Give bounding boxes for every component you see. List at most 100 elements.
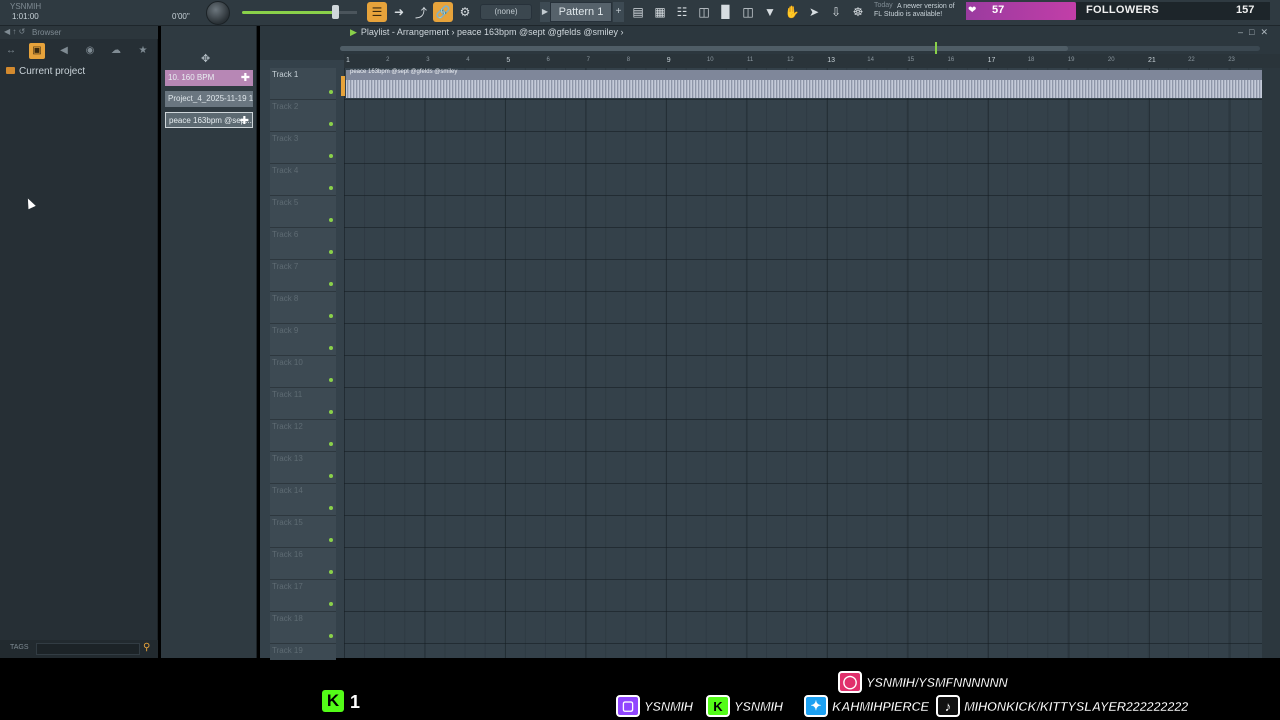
track-header[interactable]: Track 3 [270, 132, 336, 164]
track-header[interactable]: Track 7 [270, 260, 336, 292]
channel-rack-icon[interactable]: ☷ [672, 2, 692, 22]
master-volume-slider[interactable] [242, 11, 338, 14]
ruler-tick-label: 17 [987, 57, 996, 64]
track-header[interactable]: Track 4 [270, 164, 336, 196]
ruler-tick-label: 11 [747, 57, 754, 63]
track-mute-led[interactable] [329, 570, 333, 574]
plugin-database-icon[interactable]: ▼ [760, 2, 780, 22]
track-mute-led[interactable] [329, 314, 333, 318]
kick-handle: YSNMIH [734, 698, 784, 714]
timeline-ruler[interactable]: 1 2 3 4 5 6 7 8 9 10 11 12 13 14 15 16 17 18 19 20 21 22 23 [344, 54, 1280, 68]
metronome-icon[interactable]: ☰ [367, 2, 387, 22]
track-mute-led[interactable] [329, 218, 333, 222]
track-mute-led[interactable] [329, 442, 333, 446]
plus-icon[interactable]: ✚ [240, 113, 249, 127]
track-mute-led[interactable] [329, 538, 333, 542]
track-header[interactable]: Track 9 [270, 324, 336, 356]
loop-record-icon[interactable]: 🔗 [433, 2, 453, 22]
send-icon[interactable]: ➤ [804, 2, 824, 22]
time-display[interactable]: 1:01:00 [12, 12, 39, 21]
track-header[interactable]: Track 13 [270, 452, 336, 484]
move-icon[interactable]: ✥ [201, 52, 210, 65]
picker-item-automation[interactable]: 10. 160 BPM ✚ [165, 70, 253, 86]
snap-select[interactable]: (none) [480, 4, 532, 20]
track-mute-led[interactable] [329, 602, 333, 606]
mixer-icon[interactable]: ◫ [694, 2, 714, 22]
track-header[interactable]: Track 8 [270, 292, 336, 324]
track-mute-led[interactable] [329, 506, 333, 510]
pattern-prev-button[interactable]: ▶ [540, 2, 550, 22]
wait-for-input-icon[interactable]: ➜ [389, 2, 409, 22]
plugin-icon[interactable]: ◉ [82, 43, 98, 59]
countdown-icon[interactable]: ⤴ [411, 2, 431, 22]
folder-view-icon[interactable]: ▣ [29, 43, 45, 59]
cloud-icon[interactable]: ☁ [108, 43, 124, 59]
ruler-tick-label: 12 [787, 57, 794, 63]
browser-item-current-project[interactable]: Current project [6, 66, 85, 77]
track-mute-led[interactable] [329, 378, 333, 382]
track-mute-led[interactable] [329, 346, 333, 350]
cart-icon[interactable]: ☸ [848, 2, 868, 22]
track-mute-led[interactable] [329, 186, 333, 190]
piano-roll-icon[interactable]: ▦ [650, 2, 670, 22]
track-mute-led[interactable] [329, 122, 333, 126]
track-header[interactable]: Track 15 [270, 516, 336, 548]
ruler-tick-label: 5 [506, 57, 511, 64]
search-icon[interactable]: ⚲ [143, 642, 150, 653]
track-mute-led[interactable] [329, 410, 333, 414]
pattern-selector[interactable]: Pattern 1 [550, 2, 612, 22]
playback-start-marker[interactable] [341, 76, 345, 96]
step-edit-icon[interactable]: ⚙ [455, 2, 475, 22]
touch-controller-icon[interactable]: ✋ [782, 2, 802, 22]
track-header[interactable]: Track 1 [270, 68, 336, 100]
track-header[interactable]: Track 6 [270, 228, 336, 260]
track-name: Track 6 [272, 230, 299, 239]
tags-input[interactable] [36, 643, 140, 655]
browser-icon[interactable]: ◫ [738, 2, 758, 22]
speaker-icon[interactable]: ◀ [56, 43, 72, 59]
track-mute-led[interactable] [329, 282, 333, 286]
social-kick: K YSNMIH [706, 694, 783, 718]
track-header[interactable]: Track 14 [270, 484, 336, 516]
news-line-2[interactable]: FL Studio is available! [874, 11, 942, 18]
download-icon[interactable]: ⇩ [826, 2, 846, 22]
play-icon[interactable]: ▶ [350, 27, 357, 37]
track-header[interactable]: Track 16 [270, 548, 336, 580]
picker-item-audio[interactable]: peace 163bpm @sep... ✚ [165, 112, 253, 128]
collapse-icon[interactable]: ↔ [3, 43, 19, 59]
track-mute-led[interactable] [329, 90, 333, 94]
master-volume-handle[interactable] [332, 5, 339, 19]
plus-icon[interactable]: ✚ [241, 70, 250, 86]
twitch-icon: ▢ [616, 695, 640, 717]
track-name: Track 5 [272, 198, 299, 207]
seconds-display: 0'00" [172, 12, 190, 21]
playlist-icon[interactable]: ▤ [628, 2, 648, 22]
track-mute-led[interactable] [329, 474, 333, 478]
star-icon[interactable]: ★ [135, 43, 151, 59]
picker-item-pattern[interactable]: Project_4_2025-11-19 1... [165, 91, 253, 107]
track-header[interactable]: Track 17 [270, 580, 336, 612]
arrangement-grid[interactable] [344, 68, 1262, 658]
picker-panel: ✥ 10. 160 BPM ✚ Project_4_2025-11-19 1...… [161, 26, 257, 658]
track-header[interactable]: Track 18 [270, 612, 336, 644]
window-title: YSNMIH [10, 2, 42, 11]
vertical-scrollbar[interactable] [1262, 68, 1280, 658]
track-mute-led[interactable] [329, 250, 333, 254]
window-controls[interactable]: –□✕ [1238, 27, 1274, 38]
pattern-add-button[interactable]: + [613, 2, 624, 22]
browser-nav-icons[interactable]: ◀ ↑ ↺ [4, 27, 25, 36]
track-mute-led[interactable] [329, 634, 333, 638]
master-pitch-knob[interactable] [206, 1, 230, 25]
track-header[interactable]: Track 5 [270, 196, 336, 228]
playhead-marker[interactable] [935, 42, 937, 54]
track-name: Track 13 [272, 454, 303, 463]
picker-item-label: 10. 160 BPM [168, 73, 215, 82]
social-instagram: ◯ YSNMIH/YSMFNNNNNN [838, 670, 1008, 694]
track-header[interactable]: Track 11 [270, 388, 336, 420]
track-header[interactable]: Track 10 [270, 356, 336, 388]
plugin-picker-icon[interactable]: ▉ [716, 2, 736, 22]
horizontal-scrollbar-thumb[interactable] [340, 46, 1068, 51]
track-header[interactable]: Track 2 [270, 100, 336, 132]
track-mute-led[interactable] [329, 154, 333, 158]
track-header[interactable]: Track 12 [270, 420, 336, 452]
